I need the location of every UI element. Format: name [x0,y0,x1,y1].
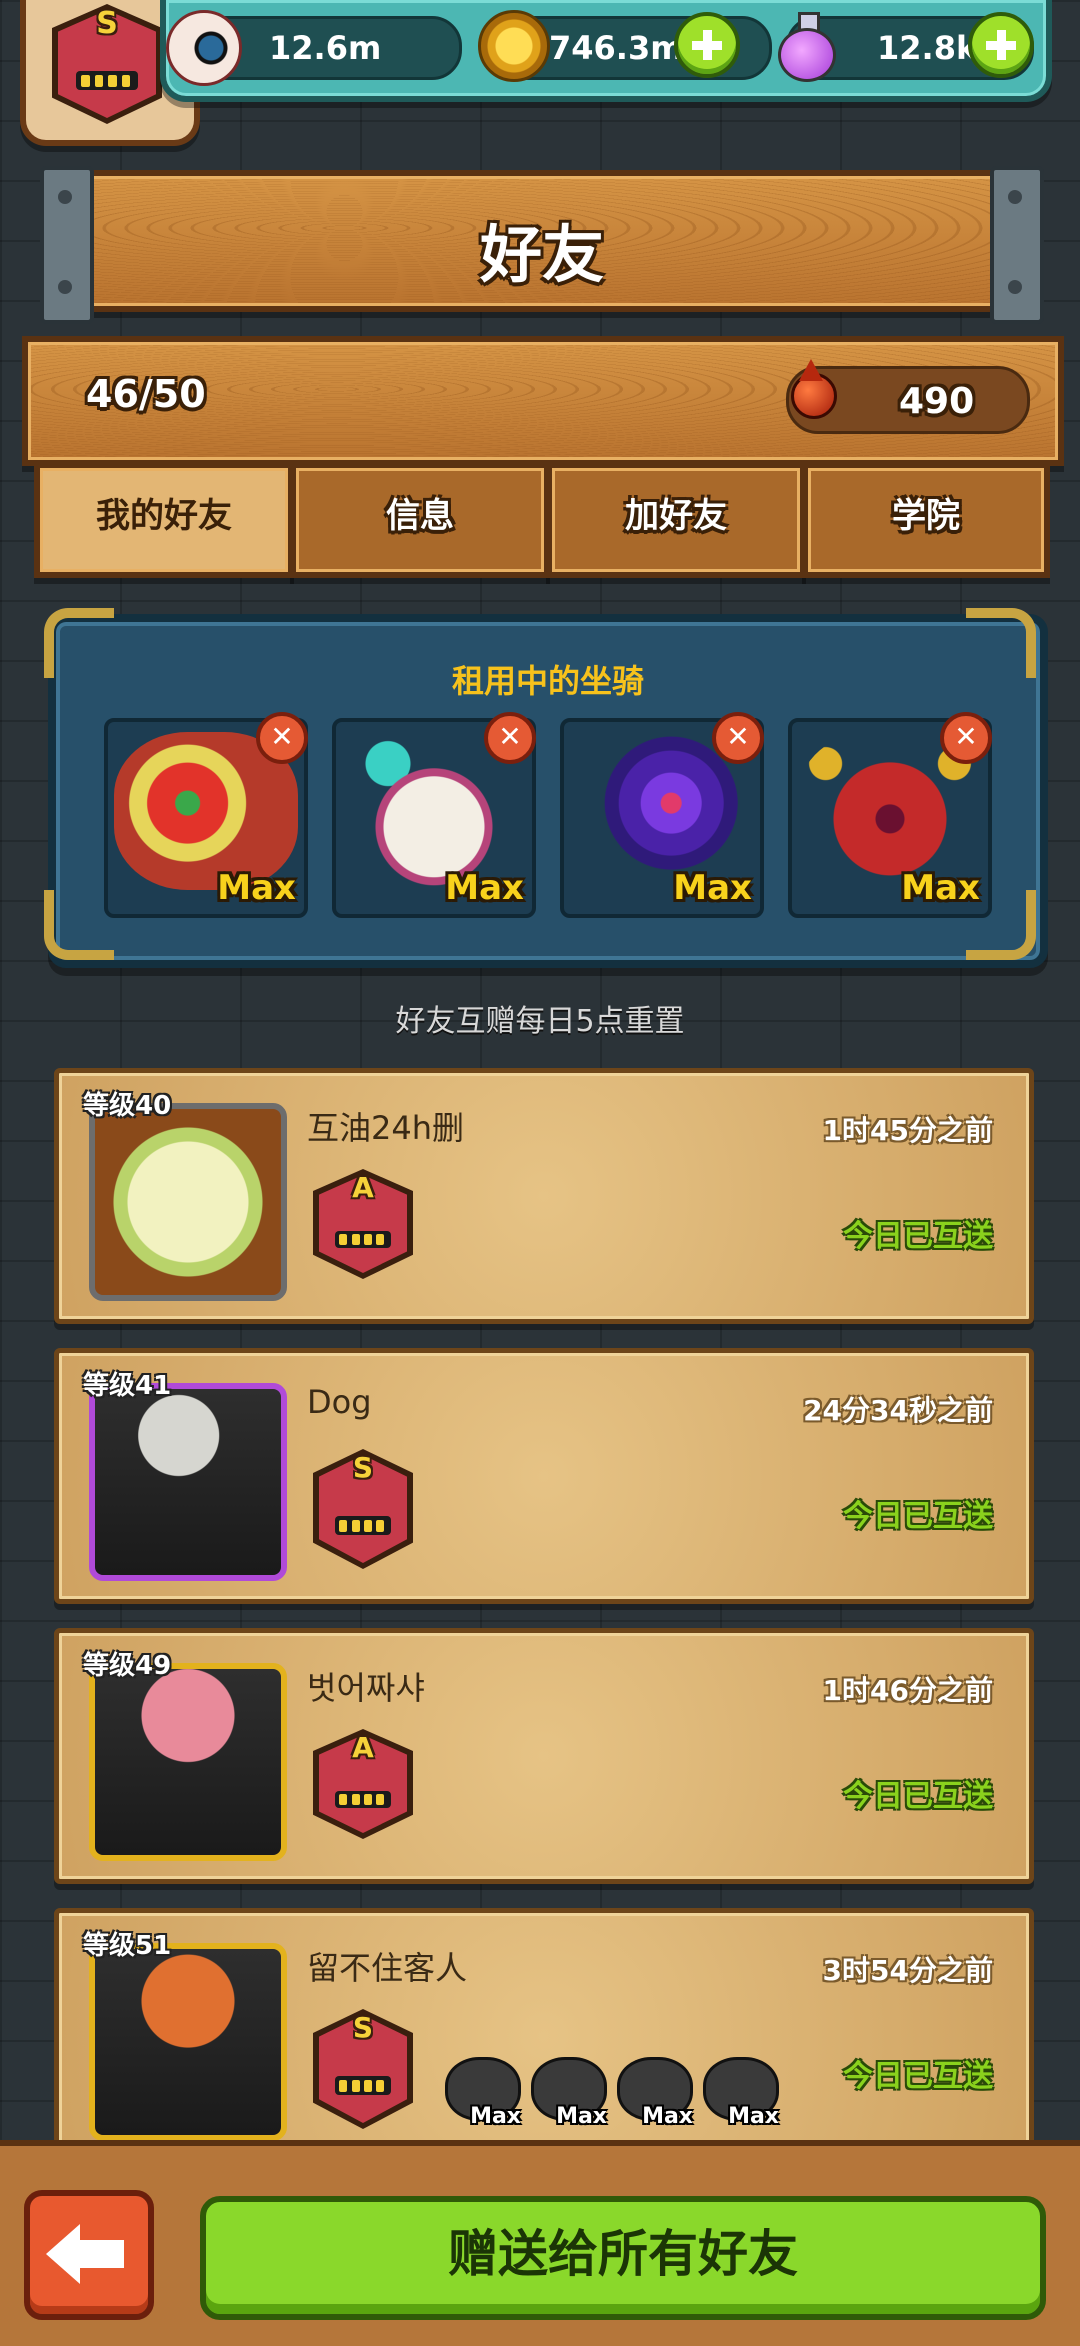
add-potions-button[interactable] [968,12,1034,78]
remove-mount-button[interactable]: ✕ [256,712,308,764]
tab-messages[interactable]: 信息 [290,462,550,578]
friend-row[interactable]: 等级49 벗어짜샤 1时46分之前 A 今日已互送 [54,1628,1034,1884]
title-plank: 好友 [40,166,1044,324]
friend-row[interactable]: 等级41 Dog 24分34秒之前 S 今日已互送 [54,1348,1034,1604]
tab-my-friends[interactable]: 我的好友 [34,462,294,578]
tab-messages-label: 信息 [386,496,454,536]
page-title: 好友 [479,218,604,291]
friend-count: 46/50 [86,372,206,416]
daily-reset-note: 好友互赠每日5点重置 [395,1004,685,1039]
friend-mount-thumbnail: Max [697,2047,779,2129]
friend-last-online: 1时45分之前 [822,1114,993,1147]
remove-mount-button[interactable]: ✕ [484,712,536,764]
gift-status: 今日已互送 [843,1499,993,1534]
gift-status: 今日已互送 [843,1779,993,1814]
gift-all-friends-button[interactable]: 赠送给所有好友 [200,2196,1046,2320]
friend-rank-badge: A [313,1169,413,1279]
friend-name: 留不住客人 [307,1949,468,1987]
blood-points-pill: 490 [786,359,1030,434]
blood-points-value: 490 [899,381,975,422]
mount-level-label: Max [901,868,980,908]
back-button[interactable] [24,2190,154,2320]
tab-add-friend[interactable]: 加好友 [546,462,806,578]
eyes-value: 12.6m [269,29,382,67]
friend-avatar [89,1943,287,2141]
friend-row[interactable]: 等级40 互油24h删 1时45分之前 A 今日已互送 [54,1068,1034,1324]
resource-bar: 12.6m 746.3m 12.8k [160,0,1052,102]
friend-name: Dog [307,1383,372,1421]
remove-mount-button[interactable]: ✕ [940,712,992,764]
coins-value: 746.3m [549,29,684,67]
player-rank-badge: S [52,4,162,124]
friend-row[interactable]: 等级51 留不住客人 3时54分之前 S Max Max Max Max 今日已… [54,1908,1034,2164]
arrow-left-icon [46,2224,80,2284]
panel-corner [44,608,114,678]
friend-name: 벗어짜샤 [307,1669,425,1707]
friend-avatar [89,1663,287,1861]
gift-status: 今日已互送 [843,1219,993,1254]
tab-add-friend-label: 加好友 [625,496,727,536]
panel-corner [966,608,1036,678]
friend-stats-plank: 46/50 490 [22,336,1064,466]
friend-rank-badge: S [313,2009,413,2129]
mount-level-label: Max [673,868,752,908]
friend-mount-thumbnail: Max [525,2047,607,2129]
friend-rank-badge: A [313,1729,413,1839]
friend-last-online: 3时54分之前 [822,1954,993,1987]
mount-level-label: Max [445,868,524,908]
potions-value: 12.8k [877,29,978,67]
friend-mount-thumbnail: Max [439,2047,521,2129]
remove-mount-button[interactable]: ✕ [712,712,764,764]
friend-level: 等级40 [83,1091,172,1121]
mount-level-label: Max [217,868,296,908]
eyeball-icon [166,10,242,86]
potion-icon [776,12,836,82]
friend-name: 互油24h删 [307,1109,465,1147]
friend-level: 等级51 [83,1931,172,1961]
friend-level: 等级49 [83,1651,172,1681]
blood-drop-icon [787,359,837,425]
tab-my-friends-label: 我的好友 [96,496,232,536]
tab-academy-label: 学院 [892,496,960,536]
friend-avatar [89,1383,287,1581]
friend-last-online: 1时46分之前 [822,1674,993,1707]
rented-mounts-title: 租用中的坐骑 [451,662,644,700]
add-coins-button[interactable] [674,12,740,78]
tab-academy[interactable]: 学院 [802,462,1050,578]
friend-mount-thumbnail: Max [611,2047,693,2129]
friend-avatar [89,1103,287,1301]
gift-status: 今日已互送 [843,2059,993,2094]
friend-level: 等级41 [83,1371,172,1401]
friend-last-online: 24分34秒之前 [803,1394,993,1427]
coin-icon [478,10,550,82]
friend-rank-badge: S [313,1449,413,1569]
